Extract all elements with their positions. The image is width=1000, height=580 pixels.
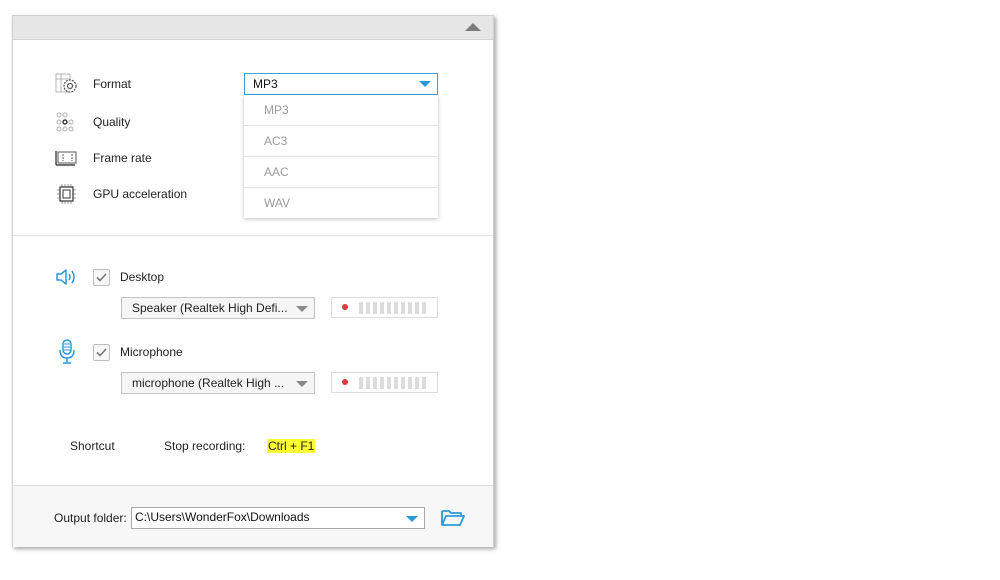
level-bars (359, 377, 429, 389)
format-option-wav[interactable]: WAV (244, 188, 438, 218)
chevron-down-icon[interactable] (296, 306, 308, 312)
desktop-device-value: Speaker (Realtek High Defi... (132, 301, 288, 315)
chevron-down-icon[interactable] (296, 381, 308, 387)
format-option-ac3[interactable]: AC3 (244, 126, 438, 157)
microphone-checkbox[interactable] (93, 343, 110, 361)
format-label: Format (93, 77, 132, 91)
open-folder-icon[interactable] (441, 509, 465, 530)
record-dot-icon (342, 379, 348, 385)
desktop-label: Desktop (120, 270, 165, 284)
microphone-device-select[interactable]: microphone (Realtek High ... (121, 372, 315, 394)
frame-rate-row: Frame rate (55, 147, 152, 169)
quality-dots-icon (55, 111, 79, 133)
format-select[interactable]: MP3 (244, 73, 438, 95)
microphone-audio-row: Microphone (55, 339, 183, 365)
output-folder-bar: Output folder: C:\Users\WonderFox\Downlo… (13, 485, 493, 547)
stop-recording-hotkey[interactable]: Ctrl + F1 (267, 439, 316, 453)
level-bars (359, 302, 429, 314)
collapse-up-icon[interactable] (465, 23, 481, 31)
desktop-checkbox[interactable] (93, 268, 110, 286)
chevron-down-icon[interactable] (406, 516, 418, 522)
microphone-icon (55, 339, 79, 365)
format-gear-icon (55, 73, 79, 95)
gpu-row: GPU acceleration (55, 183, 187, 205)
format-selected-value: MP3 (253, 77, 278, 91)
stop-recording-label: Stop recording: (164, 439, 246, 453)
desktop-device-select[interactable]: Speaker (Realtek High Defi... (121, 297, 315, 319)
microphone-device-value: microphone (Realtek High ... (132, 376, 285, 390)
recording-settings-panel: Format MP3 Quality Frame rate GPU accele… (12, 15, 494, 547)
microphone-level-meter (331, 372, 438, 393)
format-option-mp3[interactable]: MP3 (244, 95, 438, 126)
gpu-chip-icon (55, 183, 79, 205)
output-folder-input[interactable]: C:\Users\WonderFox\Downloads (131, 507, 425, 529)
desktop-level-meter (331, 297, 438, 318)
format-dropdown-list: MP3 AC3 AAC WAV (244, 95, 438, 218)
frame-rate-icon (55, 147, 79, 169)
format-row: Format (55, 73, 131, 95)
section-divider (13, 235, 493, 236)
quality-row: Quality (55, 111, 130, 133)
chevron-down-icon[interactable] (419, 81, 431, 87)
desktop-audio-row: Desktop (55, 266, 164, 288)
output-folder-label: Output folder: (54, 511, 127, 525)
format-option-aac[interactable]: AAC (244, 157, 438, 188)
panel-header (13, 16, 493, 40)
quality-label: Quality (93, 115, 131, 129)
microphone-label: Microphone (120, 345, 183, 359)
record-dot-icon (342, 304, 348, 310)
shortcut-label: Shortcut (70, 439, 115, 453)
gpu-label: GPU acceleration (93, 187, 188, 201)
speaker-icon (55, 267, 79, 287)
frame-rate-label: Frame rate (93, 151, 152, 165)
output-folder-path: C:\Users\WonderFox\Downloads (135, 510, 310, 524)
